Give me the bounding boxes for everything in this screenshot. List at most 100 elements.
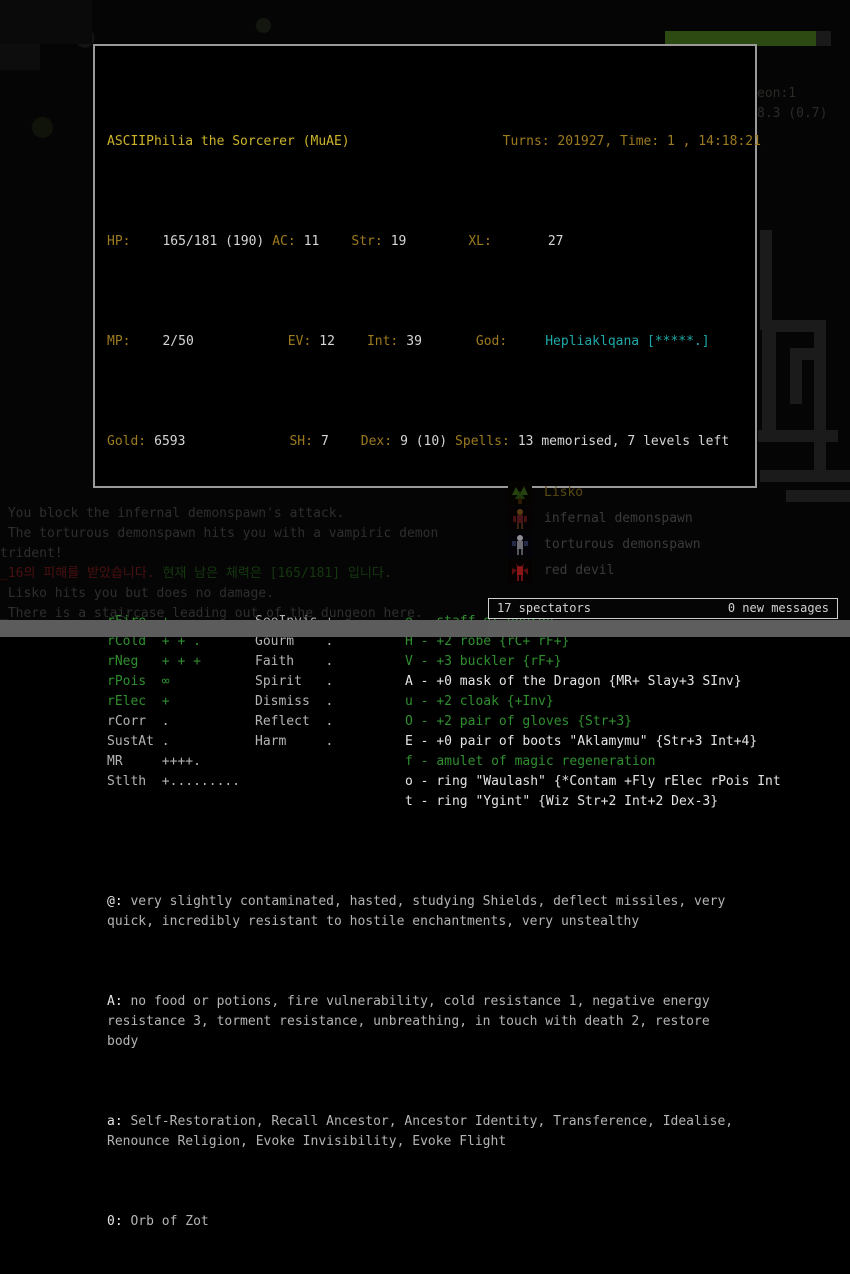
map-wall	[758, 430, 838, 442]
resistance-row: Stlth +.........	[107, 772, 240, 792]
resistance-pips: ++++.	[161, 754, 201, 769]
overview-columns: rFire + . .rCold + + .rNeg + + +rPois ∞r…	[107, 612, 781, 812]
resistance-pips: +.........	[161, 774, 241, 789]
ability-row: Spirit .	[255, 672, 333, 692]
ability-pips: .	[325, 714, 334, 729]
status-a-block: A: no food or potions, fire vulnerabilit…	[107, 992, 745, 1052]
god-value: Hepliaklqana [*****.]	[545, 334, 710, 349]
map-wall	[814, 320, 826, 470]
monster-name: infernal demonspawn	[544, 511, 693, 526]
map-wall	[762, 320, 776, 438]
ability-name: Reflect	[255, 714, 326, 729]
log-line: The torturous demonspawn hits you with a…	[0, 524, 485, 564]
monster-list-item[interactable]: torturous demonspawn	[492, 532, 792, 558]
equipment-column: e - staff of energyH - +2 robe {rC+ rF+}…	[405, 612, 781, 812]
resistance-name: rCorr	[107, 714, 162, 729]
window-bottom-strip	[0, 620, 850, 637]
equipment-slot-letter[interactable]: o	[405, 774, 413, 789]
resistance-row: rPois ∞	[107, 672, 240, 692]
monster-list-item[interactable]: Lisko	[492, 480, 792, 506]
ability-name: Faith	[255, 654, 326, 669]
resistance-name: rPois	[107, 674, 162, 689]
resistance-pips: .	[161, 734, 170, 749]
ability-name: Spirit	[255, 674, 326, 689]
resistance-name: SustAt	[107, 734, 162, 749]
abilities-key: a:	[107, 1114, 123, 1129]
equipment-slot-letter[interactable]: O	[405, 714, 413, 729]
log-message: 현재 남은 체력은 [165/181] 입니다.	[162, 566, 392, 581]
resistance-column: rFire + . .rCold + + .rNeg + + +rPois ∞r…	[107, 612, 240, 792]
log-message: _16의 피해를 받았습니다.	[0, 566, 163, 581]
monster-list-item[interactable]: red devil	[492, 558, 792, 584]
equipment-row[interactable]: E - +0 pair of boots "Aklamymu" {Str+3 I…	[405, 732, 781, 752]
plant-monster-icon	[508, 481, 532, 505]
equipment-description: amulet of magic regeneration	[436, 754, 656, 769]
equipment-row[interactable]: f - amulet of magic regeneration	[405, 752, 781, 772]
equipment-row[interactable]: u - +2 cloak {+Inv}	[405, 692, 781, 712]
equipment-row[interactable]: O - +2 pair of gloves {Str+3}	[405, 712, 781, 732]
red-devil-icon	[508, 559, 532, 583]
map-floor	[0, 0, 92, 44]
spectator-count: 17 spectators	[497, 601, 591, 615]
equipment-slot-letter[interactable]: A	[405, 674, 413, 689]
abilities-block: a: Self-Restoration, Recall Ancestor, An…	[107, 1112, 745, 1152]
resistance-row: MR ++++.	[107, 752, 240, 772]
ability-pips: .	[325, 694, 334, 709]
equipment-row[interactable]: A - +0 mask of the Dragon {MR+ Slay+3 SI…	[405, 672, 781, 692]
stat-row-3: Gold: 6593 SH: 7 Dex: 9 (10) Spells: 13 memoris…	[107, 432, 745, 452]
equipment-description: ring "Ygint" {Wiz Str+2 Int+2 Dex-3}	[436, 794, 719, 809]
message-log[interactable]: You block the infernal demonspawn's atta…	[0, 504, 485, 624]
status-a-key: A:	[107, 994, 123, 1009]
orb-block: 0: Orb of Zot	[107, 1212, 745, 1232]
equipment-row[interactable]: t - ring "Ygint" {Wiz Str+2 Int+2 Dex-3}	[405, 792, 781, 812]
map-wall	[786, 490, 850, 502]
status-a-text: no food or potions, fire vulnerability, …	[107, 994, 710, 1049]
depth-line-2: 8.3 (0.7)	[757, 106, 828, 121]
xl-label: XL:	[468, 234, 492, 249]
god-label: God:	[475, 334, 508, 349]
orb-text: Orb of Zot	[122, 1214, 209, 1229]
equipment-separator: -	[412, 794, 437, 809]
equipment-slot-letter[interactable]: u	[405, 694, 413, 709]
monster-list-item[interactable]: infernal demonspawn	[492, 506, 792, 532]
log-message: You block the infernal demonspawn's atta…	[0, 506, 345, 521]
resistance-name: rElec	[107, 694, 162, 709]
equipment-slot-letter[interactable]: f	[405, 754, 413, 769]
equipment-separator: -	[412, 774, 437, 789]
character-overview-dialog[interactable]: ASCIIPhilia the Sorcerer (MuAE) Turns: 20…	[93, 44, 781, 1229]
depth-line-1: eon:1	[757, 86, 797, 101]
equipment-slot-letter[interactable]: V	[405, 654, 413, 669]
dex-label: Dex:	[360, 434, 393, 449]
new-message-count[interactable]: 0 new messages	[728, 599, 829, 618]
equipment-description: +0 pair of boots "Aklamymu" {Str+3 Int+4…	[436, 734, 758, 749]
page-title: ASCIIPhilia the Sorcerer (MuAE)	[107, 134, 350, 149]
monster-list-panel[interactable]: Lisko infernal demonspawn torturous demons…	[492, 480, 792, 584]
resistance-pips: .	[161, 714, 170, 729]
str-value: 19	[390, 234, 407, 249]
equipment-separator: -	[412, 674, 437, 689]
log-message: The torturous demonspawn hits you with a…	[0, 526, 439, 561]
sh-label: SH:	[289, 434, 313, 449]
bottom-status-bar: 17 spectators 0 new messages	[488, 598, 838, 619]
ev-label: EV:	[287, 334, 312, 349]
equipment-slot-letter[interactable]: t	[405, 794, 413, 809]
resistance-row: SustAt .	[107, 732, 240, 752]
resistance-pips: ∞	[161, 674, 170, 689]
mp-label: MP:	[107, 334, 131, 349]
equipment-row[interactable]: V - +3 buckler {rF+}	[405, 652, 781, 672]
resistance-pips: +	[161, 694, 170, 709]
ability-row: Harm .	[255, 732, 333, 752]
resistance-name: rNeg	[107, 654, 162, 669]
ability-pips: .	[325, 734, 334, 749]
resistance-name: Stlth	[107, 774, 162, 789]
equipment-slot-letter[interactable]: E	[405, 734, 413, 749]
spells-label: Spells:	[455, 434, 510, 449]
equipment-row[interactable]: o - ring "Waulash" {*Contam +Fly rElec r…	[405, 772, 781, 792]
status-self-block: @: very slightly contaminated, hasted, s…	[107, 892, 745, 932]
spells-value: 13 memorised, 7 levels left	[517, 434, 730, 449]
dex-value: 9 (10)	[400, 434, 448, 449]
gold-label: Gold:	[107, 434, 147, 449]
monster-name: Lisko	[544, 485, 584, 500]
ability-row: Dismiss .	[255, 692, 333, 712]
stat-row-1: HP: 165/181 (190) AC: 11 Str: 19 XL: 27	[107, 232, 745, 252]
